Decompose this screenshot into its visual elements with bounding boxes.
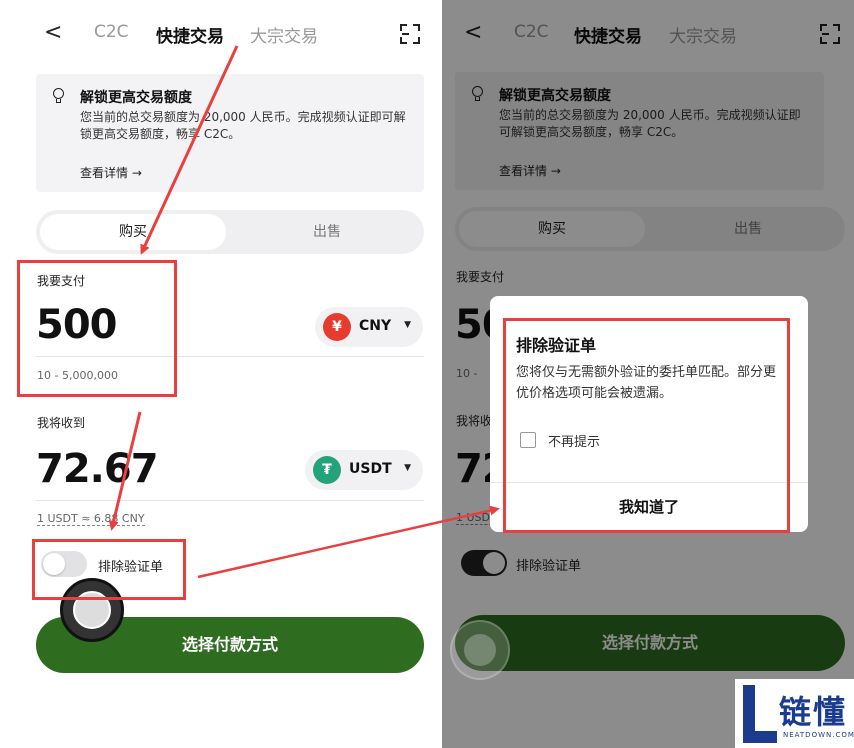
tab-buy[interactable]: 购买 — [40, 214, 226, 250]
limit-banner: 解锁更高交易额度 您当前的总交易额度为 20,000 人民币。完成视频认证即可解… — [36, 74, 424, 192]
tab-sell[interactable]: 出售 — [234, 214, 420, 250]
left-screen: < C2C 快捷交易 大宗交易 解锁更高交易额度 您当前的总交易额度为 20,0… — [0, 0, 427, 748]
watermark-subtext: NEATDOWN.COM — [783, 731, 854, 739]
banner-details-link[interactable]: 查看详情 → — [80, 164, 142, 181]
annotation-box-toggle — [32, 539, 186, 600]
tab-bulk-trade[interactable]: 大宗交易 — [250, 22, 318, 47]
lightbulb-icon — [52, 88, 65, 104]
back-icon[interactable]: < — [44, 20, 62, 45]
tab-fast-trade[interactable]: 快捷交易 — [156, 22, 224, 47]
top-nav: < C2C 快捷交易 大宗交易 — [0, 18, 427, 50]
usdt-coin-icon: ₮ — [313, 456, 341, 484]
receive-currency-code: USDT — [349, 461, 392, 477]
receive-label: 我将收到 — [37, 416, 86, 430]
tab-c2c[interactable]: C2C — [94, 22, 129, 42]
exchange-rate[interactable]: 1 USDT ≈ 6.88 CNY — [37, 512, 145, 526]
panel-gap — [427, 0, 442, 748]
chevron-down-icon: ▼ — [404, 320, 411, 330]
annotation-box-dialog — [503, 318, 790, 533]
receive-currency-select[interactable]: ₮ USDT ▼ — [305, 450, 423, 490]
buy-sell-segment: 购买 出售 — [36, 210, 424, 254]
pay-currency-code: CNY — [359, 318, 392, 334]
scan-icon[interactable] — [400, 24, 420, 44]
banner-body: 您当前的总交易额度为 20,000 人民币。完成视频认证即可解锁更高交易额度，畅… — [80, 110, 406, 141]
watermark-logo — [743, 731, 777, 743]
watermark-text: 链懂 — [779, 693, 848, 731]
banner-title: 解锁更高交易额度 — [80, 90, 192, 106]
chevron-down-icon: ▼ — [404, 463, 411, 473]
annotation-box-pay — [17, 260, 177, 397]
divider — [36, 500, 424, 501]
right-screen: < C2C 快捷交易 大宗交易 解锁更高交易额度 您当前的总交易额度为 20,0… — [442, 0, 854, 748]
receive-amount: 72.67 — [36, 446, 159, 492]
site-watermark: 链懂 NEATDOWN.COM — [735, 679, 854, 748]
touch-indicator — [450, 620, 510, 680]
pay-currency-select[interactable]: ¥ CNY ▼ — [315, 307, 423, 347]
cny-coin-icon: ¥ — [323, 313, 351, 341]
